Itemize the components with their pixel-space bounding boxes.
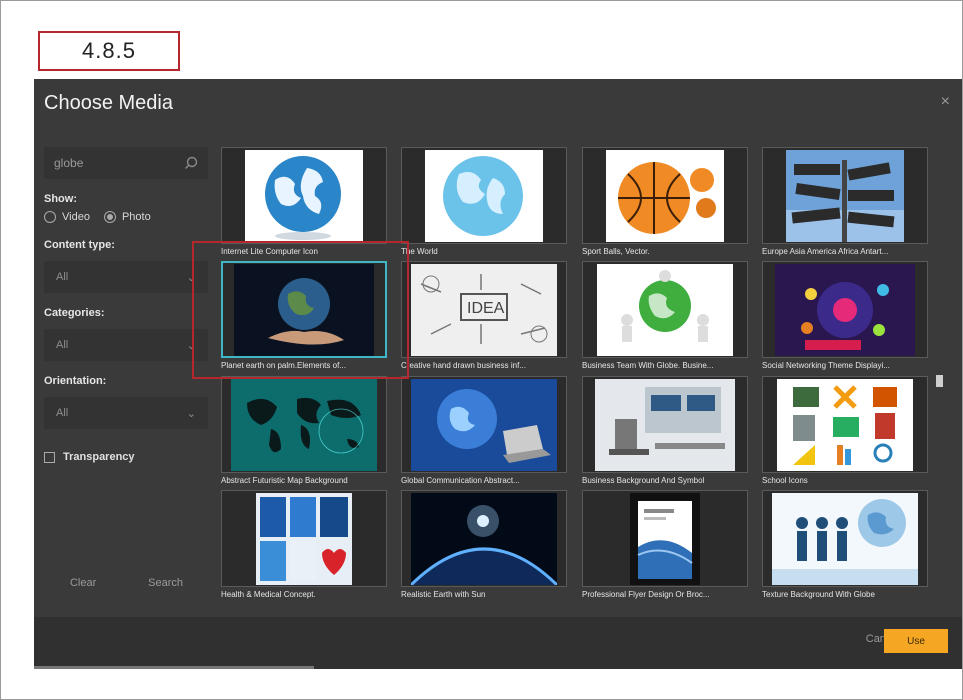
progress-strip — [34, 666, 314, 669]
idea-sketch-icon: IDEA — [411, 263, 557, 356]
transparency-label[interactable]: Transparency — [63, 451, 135, 463]
orientation-label: Orientation: — [44, 375, 107, 387]
media-caption: Business Background And Symbol — [582, 476, 705, 485]
photo-radio-label[interactable]: Photo — [122, 211, 151, 223]
medical-icon — [256, 492, 352, 585]
transparency-option[interactable]: Transparency — [44, 451, 209, 463]
media-tile[interactable] — [582, 376, 748, 473]
orientation-select[interactable]: All ⌄ — [44, 397, 208, 429]
transparency-checkbox[interactable] — [44, 451, 55, 463]
team-globe-icon — [597, 263, 733, 356]
media-tile[interactable] — [401, 376, 567, 473]
globe-icon — [245, 149, 363, 242]
content-type-select[interactable]: All ⌄ — [44, 261, 208, 293]
media-tile[interactable] — [582, 147, 748, 244]
video-radio[interactable] — [44, 211, 56, 223]
scrollbar-thumb[interactable] — [936, 375, 943, 387]
media-tile[interactable] — [221, 490, 387, 587]
earth-sun-icon — [411, 492, 557, 585]
orientation-value: All — [56, 407, 69, 419]
media-caption: Creative hand drawn business inf... — [401, 361, 526, 370]
search-input[interactable] — [54, 156, 174, 170]
media-tile[interactable] — [221, 376, 387, 473]
content-type-value: All — [56, 271, 69, 283]
media-caption: Business Team With Globe. Busine... — [582, 361, 714, 370]
flyer-icon — [630, 492, 700, 585]
content-type-label: Content type: — [44, 239, 115, 251]
globe-icon — [425, 149, 543, 242]
sidebar-actions: Clear Search — [44, 577, 209, 589]
search-button[interactable]: Search — [148, 577, 183, 589]
media-caption: Health & Medical Concept. — [221, 590, 316, 599]
office-icon — [595, 378, 735, 471]
clear-button[interactable]: Clear — [70, 577, 96, 589]
media-caption: Global Communication Abstract... — [401, 476, 520, 485]
media-tile[interactable] — [762, 261, 928, 358]
media-tile[interactable]: IDEA — [401, 261, 567, 358]
media-tile[interactable] — [221, 147, 387, 244]
categories-label: Categories: — [44, 307, 105, 319]
search-icon[interactable] — [184, 156, 198, 170]
business-people-icon — [772, 492, 918, 585]
highlight-box — [192, 241, 409, 379]
svg-text:IDEA: IDEA — [467, 300, 505, 317]
dialog-title: Choose Media — [44, 92, 173, 114]
media-tile[interactable] — [762, 147, 928, 244]
school-icons-icon — [777, 378, 913, 471]
filter-sidebar: Show: Video Photo Content type: All ⌄ Ca… — [44, 147, 209, 463]
media-caption: Europe Asia America Africa Antart... — [762, 247, 889, 256]
screenshot-page: 4.8.5 Choose Media × Show: Video Photo C… — [0, 0, 963, 700]
choose-media-dialog: Choose Media × Show: Video Photo Content… — [34, 79, 962, 669]
signpost-icon — [786, 149, 904, 242]
world-map-icon — [231, 378, 377, 471]
step-label: 4.8.5 — [38, 31, 180, 71]
media-caption: School Icons — [762, 476, 808, 485]
media-caption: Realistic Earth with Sun — [401, 590, 486, 599]
laptop-globe-icon — [411, 378, 557, 471]
media-caption: Social Networking Theme Displayi... — [762, 361, 890, 370]
categories-value: All — [56, 339, 69, 351]
chevron-down-icon: ⌄ — [186, 407, 196, 420]
close-icon[interactable]: × — [941, 93, 950, 111]
basketball-icon — [606, 149, 724, 242]
show-label: Show: — [44, 193, 77, 205]
social-media-icon — [775, 263, 915, 356]
media-caption: Texture Background With Globe — [762, 590, 875, 599]
categories-select[interactable]: All ⌄ — [44, 329, 208, 361]
media-caption: Sport Balls, Vector. — [582, 247, 650, 256]
media-tile[interactable] — [762, 490, 928, 587]
media-tile[interactable] — [762, 376, 928, 473]
dialog-footer: Cancel Use — [34, 617, 962, 669]
photo-radio[interactable] — [103, 211, 116, 223]
media-caption: Abstract Futuristic Map Background — [221, 476, 348, 485]
media-caption: The World — [401, 247, 438, 256]
media-tile[interactable] — [582, 261, 748, 358]
video-radio-label[interactable]: Video — [62, 211, 90, 223]
media-type-radios: Video Photo — [44, 211, 209, 223]
media-tile[interactable] — [582, 490, 748, 587]
media-tile[interactable] — [401, 147, 567, 244]
media-tile[interactable] — [401, 490, 567, 587]
use-button[interactable]: Use — [884, 629, 948, 653]
search-box[interactable] — [44, 147, 208, 179]
media-caption: Professional Flyer Design Or Broc... — [582, 590, 710, 599]
